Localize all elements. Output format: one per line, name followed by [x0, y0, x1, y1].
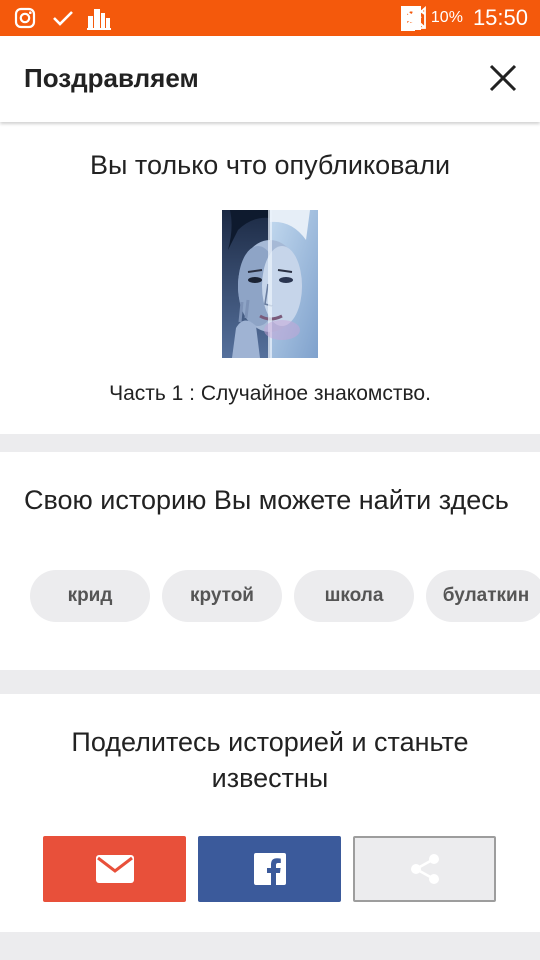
story-cover-image — [222, 210, 318, 358]
facebook-icon — [253, 853, 286, 885]
share-icon — [410, 854, 439, 884]
top-app-bar: Поздравляем — [0, 36, 540, 122]
instagram-icon — [14, 7, 36, 29]
clock: 15:50 — [472, 5, 528, 30]
story-part-title: Часть 1 : Случайное знакомство. — [109, 382, 431, 405]
find-story-card: Свою историю Вы можете найти здесь крид … — [0, 452, 540, 670]
tag-list: крид крутой школа булаткин — [30, 570, 540, 622]
city-app-icon — [87, 9, 111, 30]
status-bar: 1 10% 15:50 — [0, 0, 540, 36]
page-title: Поздравляем — [24, 63, 199, 93]
share-card: Поделитесь историей и станьте известны — [0, 694, 540, 932]
mail-icon — [95, 855, 134, 883]
tag-chip[interactable]: школа — [294, 570, 414, 622]
tag-chip[interactable]: крутой — [162, 570, 282, 622]
check-icon — [53, 11, 73, 26]
share-email-button[interactable] — [43, 836, 186, 902]
share-heading: Поделитесь историей и станьте известны — [71, 727, 469, 793]
share-more-button[interactable] — [353, 836, 496, 902]
battery-percent: 10% — [430, 9, 463, 26]
share-facebook-button[interactable] — [198, 836, 341, 902]
battery-icon — [400, 6, 415, 31]
published-card: Вы только что опубликовали Часть 1: Слу… — [0, 122, 540, 434]
tag-chip[interactable]: булаткин — [426, 570, 540, 622]
find-story-heading: Свою историю Вы можете найти здесь — [24, 485, 509, 515]
tag-chip[interactable]: крид — [30, 570, 150, 622]
close-icon[interactable] — [488, 63, 518, 93]
published-heading: Вы только что опубликовали — [89, 150, 451, 180]
